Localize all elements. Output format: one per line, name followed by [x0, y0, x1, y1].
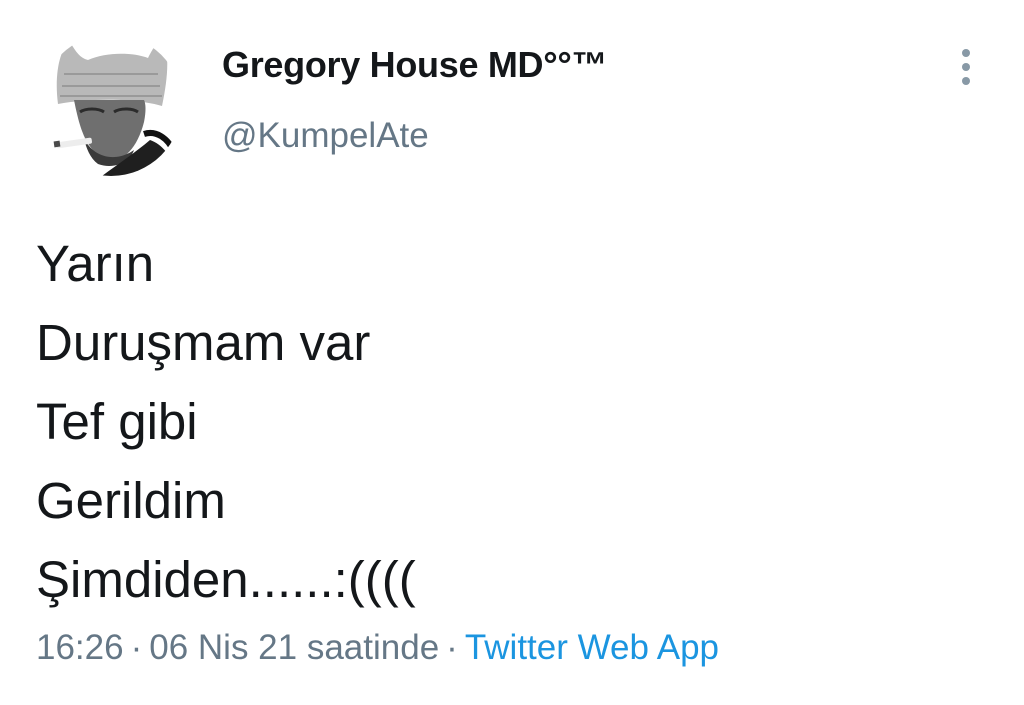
- tweet-line: Gerildim: [36, 472, 226, 529]
- meta-separator: ·: [130, 628, 143, 667]
- author-handle[interactable]: @KumpelAte: [222, 116, 429, 156]
- more-dot: [962, 63, 970, 71]
- tweet-time[interactable]: 16:26: [36, 628, 124, 667]
- tweet-meta: 16:26 · 06 Nis 21 saatinde · Twitter Web App: [36, 628, 719, 668]
- tweet-date[interactable]: 06 Nis 21 saatinde: [149, 628, 439, 667]
- more-options-icon[interactable]: [948, 44, 984, 90]
- avatar[interactable]: [40, 34, 182, 176]
- meta-separator: ·: [446, 628, 458, 667]
- tweet-line: Yarın: [36, 235, 155, 292]
- tweet-text: Yarın Duruşmam var Tef gibi Gerildim Şim…: [36, 224, 976, 619]
- more-dot: [962, 77, 970, 85]
- author-display-name[interactable]: Gregory House MD°°™: [222, 44, 607, 86]
- tweet-line: Duruşmam var: [36, 314, 371, 371]
- tweet-source-link[interactable]: Twitter Web App: [465, 628, 719, 667]
- more-dot: [962, 49, 970, 57]
- tweet-line: Tef gibi: [36, 393, 198, 450]
- avatar-image: [40, 34, 182, 176]
- tweet-card: Gregory House MD°°™ @KumpelAte Yarın Dur…: [0, 0, 1024, 705]
- tweet-line: Şimdiden......:((((: [36, 551, 416, 608]
